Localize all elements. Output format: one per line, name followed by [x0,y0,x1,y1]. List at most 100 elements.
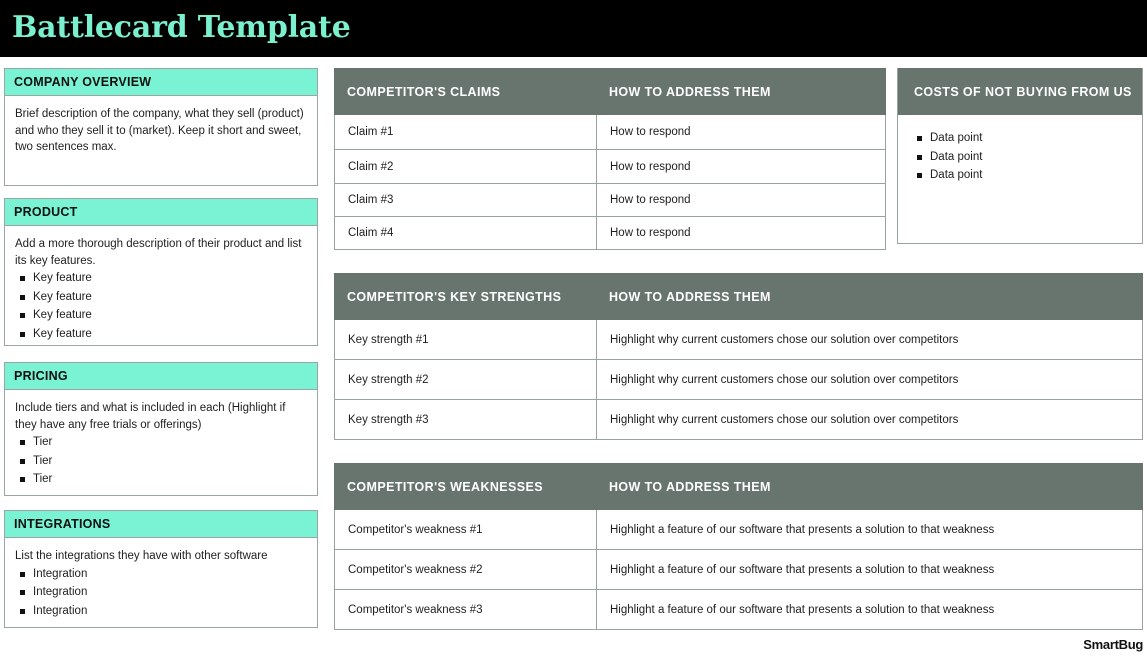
list-item: Data point [912,168,1132,184]
square-bullet-icon [917,136,922,141]
column-header-address: HOW TO ADDRESS THEM [609,479,771,494]
square-bullet-icon [20,440,25,446]
list-item-label: Tier [33,454,53,467]
panel-company-overview: COMPANY OVERVIEW Brief description of th… [4,68,318,186]
cell-response: Highlight a feature of our software that… [596,550,1142,589]
list-costs-data-points: Data point Data point Data point [912,131,1132,184]
list-item: Key feature [15,308,307,324]
cell-response: How to respond [596,217,885,249]
cell-weakness: Competitor's weakness #3 [348,603,483,616]
panel-body-company-overview: Brief description of the company, what t… [5,96,317,163]
table-header-row: COMPETITOR'S CLAIMS HOW TO ADDRESS THEM [334,68,886,115]
table-row[interactable]: Claim #1 How to respond [334,115,886,150]
list-item: Data point [912,131,1132,147]
cell-strength: Key strength #1 [348,333,429,346]
list-integrations: Integration Integration Integration [15,567,307,620]
table-row[interactable]: Key strength #1 Highlight why current cu… [334,320,1143,360]
list-item-label: Key feature [33,327,92,340]
list-item: Key feature [15,327,307,343]
list-item-label: Data point [930,169,983,182]
panel-product: PRODUCT Add a more thorough description … [4,198,318,346]
cell-response: How to respond [596,184,885,216]
panel-body-pricing: Include tiers and what is included in ea… [5,390,317,497]
table-row[interactable]: Competitor's weakness #3 Highlight a fea… [334,590,1143,630]
smartbug-logo: SmartBug [1083,637,1143,652]
table-header-row: COMPETITOR'S KEY STRENGTHS HOW TO ADDRES… [334,273,1143,320]
list-item: Integration [15,604,307,620]
panel-title-costs: COSTS OF NOT BUYING FROM US [898,68,1142,115]
cell-claim: Claim #3 [348,194,394,206]
column-header-address: HOW TO ADDRESS THEM [609,289,771,304]
cell-response: Highlight why current customers chose ou… [596,320,1142,359]
cell-response: Highlight a feature of our software that… [596,510,1142,549]
panel-body-integrations: List the integrations they have with oth… [5,538,317,628]
table-row[interactable]: Claim #4 How to respond [334,217,886,250]
square-bullet-icon [20,313,25,319]
list-item-label: Integration [33,604,88,617]
table-competitors-weaknesses: COMPETITOR'S WEAKNESSES HOW TO ADDRESS T… [334,463,1143,630]
table-row[interactable]: Key strength #2 Highlight why current cu… [334,360,1143,400]
square-bullet-icon [20,590,25,596]
cell-response: Highlight a feature of our software that… [596,590,1142,629]
panel-title-integrations: INTEGRATIONS [5,511,317,538]
cell-strength: Key strength #2 [348,373,429,386]
panel-text-integrations: List the integrations they have with oth… [15,550,268,562]
table-row[interactable]: Key strength #3 Highlight why current cu… [334,400,1143,440]
list-item-label: Data point [930,132,983,144]
square-bullet-icon [20,331,25,337]
cell-strength: Key strength #3 [348,413,429,426]
title-bar: Battlecard Template [0,0,1147,57]
square-bullet-icon [917,173,922,179]
panel-title-product: PRODUCT [5,199,317,226]
list-item: Integration [15,567,307,583]
square-bullet-icon [20,608,25,614]
cell-weakness: Competitor's weakness #1 [348,523,483,536]
panel-title-company-overview: COMPANY OVERVIEW [5,69,317,96]
table-row[interactable]: Competitor's weakness #2 Highlight a fea… [334,550,1143,590]
list-item: Tier [15,435,307,451]
column-header-weaknesses: COMPETITOR'S WEAKNESSES [347,479,543,494]
panel-body-product: Add a more thorough description of their… [5,226,317,351]
panel-integrations: INTEGRATIONS List the integrations they … [4,510,318,628]
panel-body-costs: Data point Data point Data point [898,115,1142,197]
table-row[interactable]: Claim #2 How to respond [334,150,886,184]
panel-pricing: PRICING Include tiers and what is includ… [4,362,318,496]
table-row[interactable]: Competitor's weakness #1 Highlight a fea… [334,510,1143,550]
list-item: Key feature [15,271,307,287]
column-header-address: HOW TO ADDRESS THEM [609,84,771,99]
cell-response: Highlight why current customers chose ou… [596,400,1142,439]
cell-claim: Claim #4 [348,227,394,239]
list-item-label: Tier [33,473,53,486]
page-title: Battlecard Template [12,10,351,45]
cell-response: Highlight why current customers chose ou… [596,360,1142,399]
square-bullet-icon [20,477,25,483]
list-item-label: Key feature [33,309,92,322]
cell-claim: Claim #2 [348,160,394,173]
square-bullet-icon [20,294,25,300]
list-item: Integration [15,585,307,601]
table-row[interactable]: Claim #3 How to respond [334,184,886,217]
list-product-features: Key feature Key feature Key feature Key … [15,271,307,342]
panel-costs-of-not-buying: COSTS OF NOT BUYING FROM US Data point D… [897,68,1143,244]
table-header-row: COMPETITOR'S WEAKNESSES HOW TO ADDRESS T… [334,463,1143,510]
list-item: Tier [15,454,307,470]
panel-text-product: Add a more thorough description of their… [15,238,302,267]
cell-claim: Claim #1 [348,126,394,138]
list-pricing-tiers: Tier Tier Tier [15,435,307,488]
column-header-strengths: COMPETITOR'S KEY STRENGTHS [347,289,562,304]
list-item-label: Key feature [33,272,92,285]
list-item-label: Integration [33,586,88,599]
list-item: Data point [912,150,1132,166]
list-item-label: Tier [33,436,53,449]
panel-text-pricing: Include tiers and what is included in ea… [15,402,286,431]
square-bullet-icon [20,571,25,577]
panel-title-pricing: PRICING [5,363,317,390]
cell-weakness: Competitor's weakness #2 [348,563,483,576]
column-header-claims: COMPETITOR'S CLAIMS [347,84,501,99]
list-item-label: Key feature [33,290,92,303]
square-bullet-icon [20,458,25,464]
list-item: Key feature [15,290,307,306]
list-item: Tier [15,472,307,488]
square-bullet-icon [917,154,922,160]
table-competitors-claims: COMPETITOR'S CLAIMS HOW TO ADDRESS THEM … [334,68,886,250]
